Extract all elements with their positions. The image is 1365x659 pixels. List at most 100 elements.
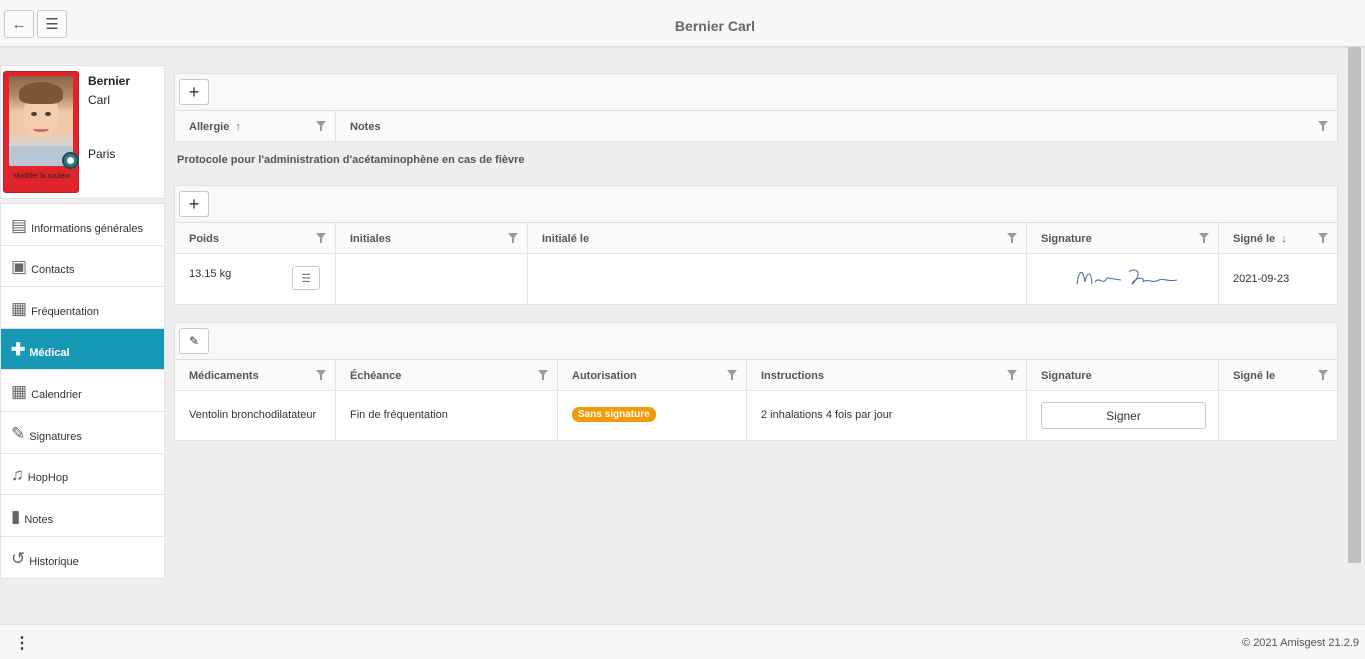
sidebar-item-informations-generales[interactable]: ▤ Informations générales [1,204,164,246]
signature-cell [1027,254,1219,304]
allergies-toolbar: + [175,74,1337,111]
sidebar-item-label: Contacts [31,264,75,277]
contacts-icon: ▣ [11,257,28,277]
sidebar-item-frequentation[interactable]: ▦ Fréquentation [1,287,164,329]
protocol-panel: + Poids Initiales Initialé le Signature … [174,185,1338,305]
sidebar-nav: ▤ Informations générales ▣ Contacts ▦ Fr… [0,203,165,580]
filter-icon[interactable] [316,370,326,380]
filter-icon[interactable] [1199,233,1209,243]
top-bar: ← ☰ Bernier Carl [0,0,1365,47]
edit-medication-button[interactable]: ✎ [179,328,209,354]
sidebar-item-contacts[interactable]: ▣ Contacts [1,246,164,288]
bell-icon: ♫ [11,465,24,485]
medications-panel: ✎ Médicaments Échéance Autorisation Inst… [174,322,1338,441]
medical-icon: ✚ [11,340,26,360]
authorization-cell: Sans signature [558,391,747,440]
attendance-icon: ▦ [11,298,28,318]
initialed-date-cell [528,254,1027,304]
history-icon: ↺ [11,549,26,569]
column-header-poids[interactable]: Poids [175,223,336,254]
id-card-icon: ▤ [11,215,28,235]
sidebar-item-label: Informations générales [31,222,143,235]
profile-photo-card[interactable]: Modifier la couleur [3,71,79,193]
change-color-caption[interactable]: Modifier la couleur [4,173,80,181]
sidebar-item-signatures[interactable]: ✎ Signatures [1,412,164,454]
page-title: Bernier Carl [674,18,756,34]
filter-icon[interactable] [727,370,737,380]
weight-cell: 13.15 kg ☰ [175,254,336,304]
edit-icon: ✎ [188,334,200,348]
filter-icon[interactable] [1318,121,1328,131]
initials-cell [336,254,528,304]
add-allergy-button[interactable]: + [179,79,209,105]
column-header-medicaments[interactable]: Médicaments [175,360,336,391]
sort-ascending-icon[interactable]: ↑ [235,121,241,133]
column-header-echeance[interactable]: Échéance [336,360,558,391]
scrollbar[interactable] [1348,47,1361,563]
child-photo [9,76,73,166]
weight-history-button[interactable]: ☰ [292,266,320,290]
sidebar-item-hophop[interactable]: ♫ HopHop [1,454,164,496]
profile-last-name: Bernier [88,74,131,88]
column-header-instructions[interactable]: Instructions [747,360,1027,391]
medications-toolbar: ✎ [175,323,1337,360]
due-cell: Fin de fréquentation [336,391,558,440]
column-header-signe-le[interactable]: Signé le [1219,360,1337,391]
filter-icon[interactable] [1318,233,1328,243]
status-badge: Sans signature [572,407,656,422]
sidebar-item-historique[interactable]: ↺ Historique [1,537,164,579]
sidebar-item-label: Fréquentation [31,305,99,318]
column-header-notes[interactable]: Notes [336,111,1337,142]
column-header-signature[interactable]: Signature [1027,223,1219,254]
medication-name-cell: Ventolin bronchodilatateur [175,391,336,440]
signed-date-cell [1219,391,1337,440]
sidebar-item-label: Historique [29,556,79,569]
column-header-autorisation[interactable]: Autorisation [558,360,747,391]
signed-date-cell: 2021-09-23 [1233,273,1290,285]
sidebar-item-medical[interactable]: ✚ Médical [1,328,164,371]
allergies-panel: + Allergie ↑ Notes [174,73,1338,142]
medications-table-header: Médicaments Échéance Autorisation Instru… [175,360,1337,391]
calendar-icon: ▦ [11,381,28,401]
sidebar-item-notes[interactable]: ▮ Notes [1,495,164,537]
filter-icon[interactable] [1007,233,1017,243]
sidebar-item-label: Signatures [29,430,82,443]
filter-icon[interactable] [1318,370,1328,380]
allergies-table-header: Allergie ↑ Notes [175,111,1337,142]
instructions-cell: 2 inhalations 4 fois par jour [747,391,1027,440]
more-options-icon[interactable]: ⋮ [14,633,30,653]
camera-icon[interactable] [62,152,79,169]
column-header-allergie[interactable]: Allergie ↑ [175,111,336,142]
weight-value: 13.15 kg [189,268,232,280]
profile-first-name: Carl [88,93,111,107]
protocol-table-header: Poids Initiales Initialé le Signature Si… [175,223,1337,254]
filter-icon[interactable] [316,121,326,131]
protocol-toolbar: + [175,186,1337,223]
column-header-signature: Signature [1027,360,1219,391]
profile-card: Modifier la couleur Bernier Carl Paris [0,65,165,199]
footer: ⋮ © 2021 Amisgest 21.2.9 [0,624,1365,659]
column-header-initiale-le[interactable]: Initialé le [528,223,1027,254]
table-row: 13.15 kg ☰ 2021-09-23 [175,254,1337,304]
sidebar-item-label: Notes [24,513,54,526]
add-weight-button[interactable]: + [179,191,209,217]
filter-icon[interactable] [316,233,326,243]
sidebar-item-calendrier[interactable]: ▦ Calendrier [1,370,164,412]
signature-cell: Signer [1027,391,1219,440]
column-header-signe-le[interactable]: Signé le ↓ [1219,223,1337,254]
filter-icon[interactable] [538,370,548,380]
sidebar-item-label: Calendrier [31,388,82,401]
protocol-title: Protocole pour l'administration d'acétam… [177,154,525,166]
sidebar-item-label: HopHop [27,472,69,485]
signature-icon: ✎ [11,423,26,443]
filter-icon[interactable] [1007,370,1017,380]
list-icon: ☰ [301,272,311,285]
sign-button[interactable]: Signer [1041,402,1206,429]
sidebar-item-label: Médical [29,347,70,360]
handwritten-signature [1076,269,1178,285]
clipboard-icon: ▮ [11,506,21,526]
filter-icon[interactable] [508,233,518,243]
sort-descending-icon[interactable]: ↓ [1281,233,1287,245]
copyright-text: © 2021 Amisgest 21.2.9 [1242,637,1359,649]
column-header-initiales[interactable]: Initiales [336,223,528,254]
